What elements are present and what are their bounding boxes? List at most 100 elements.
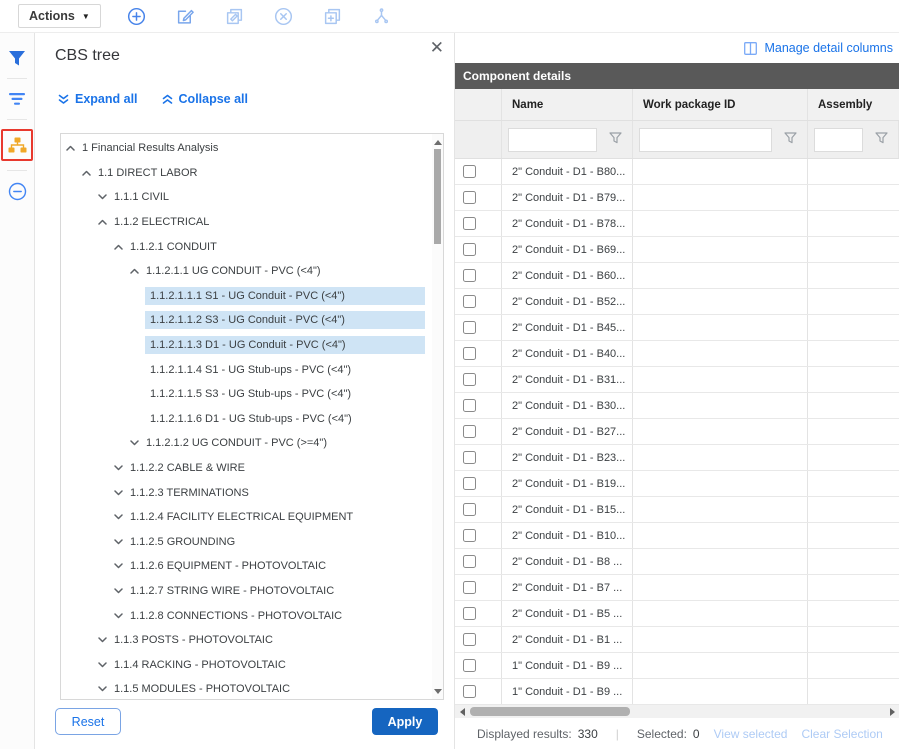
row-checkbox[interactable]: [463, 217, 476, 230]
tree-node[interactable]: 1.1.2.4 FACILITY ELECTRICAL EQUIPMENT: [61, 505, 443, 530]
row-checkbox[interactable]: [463, 529, 476, 542]
column-header-name[interactable]: Name: [502, 89, 633, 120]
horizontal-scrollbar[interactable]: [455, 705, 899, 718]
chevron-icon[interactable]: [95, 683, 109, 695]
column-header-assembly[interactable]: Assembly: [808, 89, 899, 120]
tree-node[interactable]: 1.1.2.8 CONNECTIONS - PHOTOVOLTAIC: [61, 603, 443, 628]
expand-all-button[interactable]: Expand all: [58, 92, 138, 106]
row-checkbox[interactable]: [463, 451, 476, 464]
chevron-icon[interactable]: [95, 634, 109, 646]
table-row[interactable]: 2" Conduit - D1 - B79...: [455, 185, 899, 211]
table-row[interactable]: 2" Conduit - D1 - B15...: [455, 497, 899, 523]
table-row[interactable]: 2" Conduit - D1 - B40...: [455, 341, 899, 367]
scroll-right-icon[interactable]: [886, 705, 898, 718]
chevron-icon[interactable]: [111, 610, 125, 622]
row-checkbox[interactable]: [463, 659, 476, 672]
scroll-left-icon[interactable]: [456, 705, 468, 718]
tree-node[interactable]: 1.1.2.3 TERMINATIONS: [61, 480, 443, 505]
table-row[interactable]: 2" Conduit - D1 - B45...: [455, 315, 899, 341]
table-row[interactable]: 2" Conduit - D1 - B1 ...: [455, 627, 899, 653]
chevron-icon[interactable]: [131, 364, 145, 376]
chevron-icon[interactable]: [131, 413, 145, 425]
chevron-icon[interactable]: [127, 265, 141, 277]
manage-detail-columns-link[interactable]: Manage detail columns: [744, 41, 893, 55]
row-checkbox[interactable]: [463, 191, 476, 204]
chevron-icon[interactable]: [111, 585, 125, 597]
chevron-icon[interactable]: [95, 216, 109, 228]
tree-node[interactable]: 1.1.2.2 CABLE & WIRE: [61, 456, 443, 481]
table-row[interactable]: 2" Conduit - D1 - B5 ...: [455, 601, 899, 627]
chevron-icon[interactable]: [131, 290, 145, 302]
row-checkbox[interactable]: [463, 555, 476, 568]
name-filter-input[interactable]: [508, 128, 597, 152]
chevron-icon[interactable]: [111, 487, 125, 499]
table-row[interactable]: 2" Conduit - D1 - B78...: [455, 211, 899, 237]
work-package-id-filter-input[interactable]: [639, 128, 772, 152]
remove-circle-icon[interactable]: [274, 6, 294, 26]
table-row[interactable]: 2" Conduit - D1 - B60...: [455, 263, 899, 289]
chevron-icon[interactable]: [131, 388, 145, 400]
clear-selection-link[interactable]: Clear Selection: [801, 727, 882, 741]
assembly-filter-input[interactable]: [814, 128, 863, 152]
table-row[interactable]: 2" Conduit - D1 - B10...: [455, 523, 899, 549]
row-checkbox[interactable]: [463, 477, 476, 490]
close-icon[interactable]: ✕: [430, 39, 444, 56]
tree-node[interactable]: 1.1.4 RACKING - PHOTOVOLTAIC: [61, 652, 443, 677]
tree-node[interactable]: 1.1.2.5 GROUNDING: [61, 530, 443, 555]
row-checkbox[interactable]: [463, 607, 476, 620]
row-checkbox[interactable]: [463, 269, 476, 282]
row-checkbox[interactable]: [463, 321, 476, 334]
tree-node[interactable]: 1.1.2.1.1 UG CONDUIT - PVC (<4"): [61, 259, 443, 284]
tree-node[interactable]: 1.1.2.1.1.5 S3 - UG Stub-ups - PVC (<4"): [61, 382, 443, 407]
filter-lines-icon[interactable]: [4, 86, 30, 112]
actions-dropdown-button[interactable]: Actions ▼: [18, 4, 101, 28]
tree-node[interactable]: 1.1.2.1.1.3 D1 - UG Conduit - PVC (<4"): [61, 333, 443, 358]
row-checkbox[interactable]: [463, 399, 476, 412]
row-checkbox[interactable]: [463, 425, 476, 438]
chevron-icon[interactable]: [95, 659, 109, 671]
name-filter-funnel-icon[interactable]: [609, 131, 622, 149]
collapse-all-button[interactable]: Collapse all: [162, 92, 248, 106]
row-checkbox[interactable]: [463, 503, 476, 516]
table-row[interactable]: 2" Conduit - D1 - B19...: [455, 471, 899, 497]
chevron-icon[interactable]: [131, 314, 145, 326]
chevron-icon[interactable]: [111, 462, 125, 474]
reset-button[interactable]: Reset: [55, 708, 121, 735]
column-header-work-package-id[interactable]: Work package ID: [633, 89, 808, 120]
view-selected-link[interactable]: View selected: [714, 727, 788, 741]
chevron-icon[interactable]: [79, 167, 93, 179]
table-row[interactable]: 2" Conduit - D1 - B30...: [455, 393, 899, 419]
scroll-up-icon[interactable]: [432, 136, 443, 148]
tree-node[interactable]: 1.1.5 MODULES - PHOTOVOLTAIC: [61, 677, 443, 700]
tree-node[interactable]: 1.1.2.1.1.1 S1 - UG Conduit - PVC (<4"): [61, 284, 443, 309]
row-checkbox[interactable]: [463, 373, 476, 386]
tree-node[interactable]: 1 Financial Results Analysis: [61, 136, 443, 161]
row-checkbox[interactable]: [463, 581, 476, 594]
tree-node[interactable]: 1.1.2 ELECTRICAL: [61, 210, 443, 235]
table-row[interactable]: 1" Conduit - D1 - B9 ...: [455, 653, 899, 679]
table-row[interactable]: 2" Conduit - D1 - B52...: [455, 289, 899, 315]
scrollbar-thumb[interactable]: [434, 149, 441, 244]
edit-icon[interactable]: [176, 6, 196, 26]
table-row[interactable]: 2" Conduit - D1 - B80...: [455, 159, 899, 185]
chevron-icon[interactable]: [63, 142, 77, 154]
cbs-tree-icon[interactable]: [4, 132, 30, 158]
tree-node[interactable]: 1.1.2.1.1.2 S3 - UG Conduit - PVC (<4"): [61, 308, 443, 333]
tree-node[interactable]: 1.1.2.1.1.4 S1 - UG Stub-ups - PVC (<4"): [61, 357, 443, 382]
row-checkbox[interactable]: [463, 633, 476, 646]
filter-icon[interactable]: [4, 45, 30, 71]
tree-node[interactable]: 1.1.1 CIVIL: [61, 185, 443, 210]
tree-vertical-scrollbar[interactable]: [432, 134, 443, 699]
chevron-icon[interactable]: [127, 437, 141, 449]
row-checkbox[interactable]: [463, 165, 476, 178]
copy-add-icon[interactable]: [323, 6, 343, 26]
copy-edit-icon[interactable]: [225, 6, 245, 26]
table-row[interactable]: 2" Conduit - D1 - B27...: [455, 419, 899, 445]
tree-node[interactable]: 1.1.2.1.1.6 D1 - UG Stub-ups - PVC (<4"): [61, 407, 443, 432]
tree-node[interactable]: 1.1.3 POSTS - PHOTOVOLTAIC: [61, 628, 443, 653]
table-row[interactable]: 2" Conduit - D1 - B23...: [455, 445, 899, 471]
table-row[interactable]: 2" Conduit - D1 - B8 ...: [455, 549, 899, 575]
table-row[interactable]: 2" Conduit - D1 - B69...: [455, 237, 899, 263]
scroll-down-icon[interactable]: [432, 685, 443, 697]
hierarchy-icon[interactable]: [372, 6, 392, 26]
